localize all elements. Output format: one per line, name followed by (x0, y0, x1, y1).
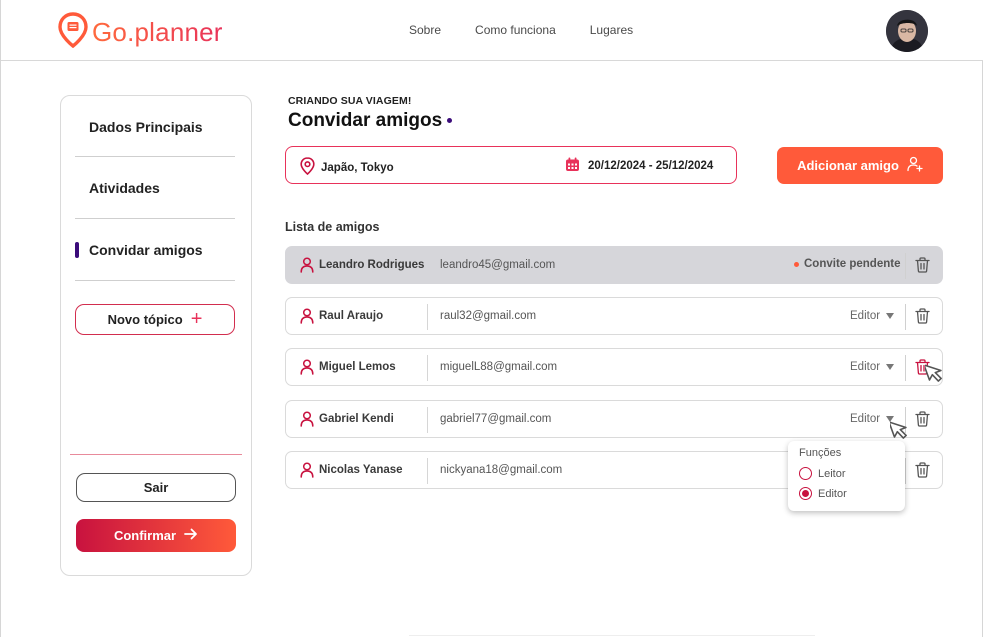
friend-row: Raul Araujo raul32@gmail.com Editor (285, 297, 943, 335)
role-option-editor[interactable]: Editor (799, 487, 847, 500)
divider (905, 355, 906, 381)
page-title-text: Convidar amigos (288, 110, 443, 131)
user-icon (300, 462, 314, 483)
confirm-button[interactable]: Confirmar (76, 519, 236, 552)
logo[interactable]: Go.planner (58, 12, 223, 53)
caret-down-icon (886, 364, 895, 370)
sidebar-divider (75, 156, 235, 157)
new-topic-label: Novo tópico (107, 312, 183, 327)
page: Go.planner Sobre Como funciona Lugares D… (0, 0, 983, 637)
user-icon (300, 257, 314, 278)
map-pin-logo-icon (58, 12, 88, 53)
friend-name: Nicolas Yanase (319, 464, 403, 476)
radio-selected[interactable] (799, 487, 812, 500)
divider (905, 253, 906, 279)
sidebar-item-dados-principais[interactable]: Dados Principais (89, 119, 203, 135)
add-friend-button[interactable]: Adicionar amigo (777, 147, 943, 184)
role-text: Editor (850, 310, 881, 322)
sidebar: Dados Principais Atividades Convidar ami… (60, 95, 252, 576)
radio-unselected[interactable] (799, 467, 812, 480)
logout-label: Sair (143, 480, 169, 495)
friend-row: Leandro Rodrigues leandro45@gmail.com Co… (285, 246, 943, 284)
friend-email: gabriel77@gmail.com (440, 413, 552, 425)
friend-name: Miguel Lemos (319, 361, 396, 373)
trash-icon[interactable] (915, 257, 930, 278)
logo-prefix: Go (92, 17, 128, 47)
friend-email: raul32@gmail.com (440, 310, 537, 322)
add-friend-label: Adicionar amigo (797, 158, 899, 173)
trip-dates: 20/12/2024 - 25/12/2024 (565, 157, 713, 175)
plus-icon: + (190, 307, 203, 330)
cursor-icon (888, 417, 916, 448)
sidebar-divider (70, 454, 242, 455)
status-text: Convite pendente (804, 258, 901, 270)
divider (427, 355, 428, 381)
confirm-label: Confirmar (113, 528, 177, 543)
header: Go.planner Sobre Como funciona Lugares (1, 0, 983, 61)
sidebar-item-atividades[interactable]: Atividades (89, 180, 160, 196)
top-nav: Sobre Como funciona Lugares (409, 23, 633, 37)
page-eyebrow: CRIANDO SUA VIAGEM! (288, 95, 412, 107)
role-select[interactable]: Editor (850, 413, 895, 425)
nav-como-funciona[interactable]: Como funciona (475, 23, 556, 37)
sidebar-divider (75, 218, 235, 219)
trash-icon[interactable] (915, 411, 930, 432)
title-dot (447, 118, 453, 124)
trip-location: Japão, Tokyo (300, 157, 394, 178)
calendar-icon (565, 157, 580, 175)
role-select[interactable]: Editor (850, 361, 895, 373)
role-option-label: Editor (818, 487, 847, 500)
sidebar-divider (75, 280, 235, 281)
user-icon (300, 359, 314, 380)
trip-location-text: Japão, Tokyo (321, 161, 394, 174)
role-text: Editor (850, 361, 881, 373)
friend-row: Miguel Lemos miguelL88@gmail.com Editor (285, 348, 943, 386)
logout-button[interactable]: Sair (76, 473, 236, 502)
divider (427, 304, 428, 330)
trip-dates-text: 20/12/2024 - 25/12/2024 (588, 160, 714, 172)
caret-down-icon (886, 313, 895, 319)
roles-dropdown: Funções Leitor Editor (788, 441, 905, 511)
arrow-right-icon (184, 528, 198, 543)
role-select[interactable]: Editor (850, 310, 895, 322)
role-option-label: Leitor (818, 467, 846, 480)
friends-list-label: Lista de amigos (285, 220, 380, 234)
divider (905, 458, 906, 484)
divider (409, 635, 815, 636)
sidebar-item-convidar-amigos[interactable]: Convidar amigos (89, 242, 203, 258)
nav-lugares[interactable]: Lugares (590, 23, 633, 37)
active-indicator (75, 242, 79, 258)
friend-email: leandro45@gmail.com (440, 259, 556, 271)
trash-icon[interactable] (915, 308, 930, 329)
friend-email: nickyana18@gmail.com (440, 464, 563, 476)
user-icon (300, 411, 314, 432)
divider (427, 458, 428, 484)
logo-suffix: .planner (127, 17, 223, 47)
nav-sobre[interactable]: Sobre (409, 23, 441, 37)
user-icon (300, 308, 314, 329)
avatar[interactable] (886, 10, 928, 52)
map-pin-icon (300, 157, 315, 178)
divider (427, 407, 428, 433)
friend-row: Gabriel Kendi gabriel77@gmail.com Editor (285, 400, 943, 438)
status-badge: Convite pendente (794, 258, 900, 270)
cursor-icon (923, 360, 951, 391)
role-option-leitor[interactable]: Leitor (799, 467, 846, 480)
trip-summary[interactable]: Japão, Tokyo 20/12/2024 - 25/12/2024 (285, 146, 737, 184)
friend-email: miguelL88@gmail.com (440, 361, 558, 373)
friend-name: Leandro Rodrigues (319, 259, 425, 271)
roles-dropdown-title: Funções (799, 447, 842, 459)
divider (905, 304, 906, 330)
friend-name: Raul Araujo (319, 310, 384, 322)
role-text: Editor (850, 413, 881, 425)
new-topic-button[interactable]: Novo tópico + (75, 304, 235, 335)
user-add-icon (907, 156, 923, 175)
friend-name: Gabriel Kendi (319, 413, 394, 425)
page-title: Convidar amigos (288, 110, 453, 132)
pending-dot (794, 261, 799, 267)
trash-icon[interactable] (915, 462, 930, 483)
